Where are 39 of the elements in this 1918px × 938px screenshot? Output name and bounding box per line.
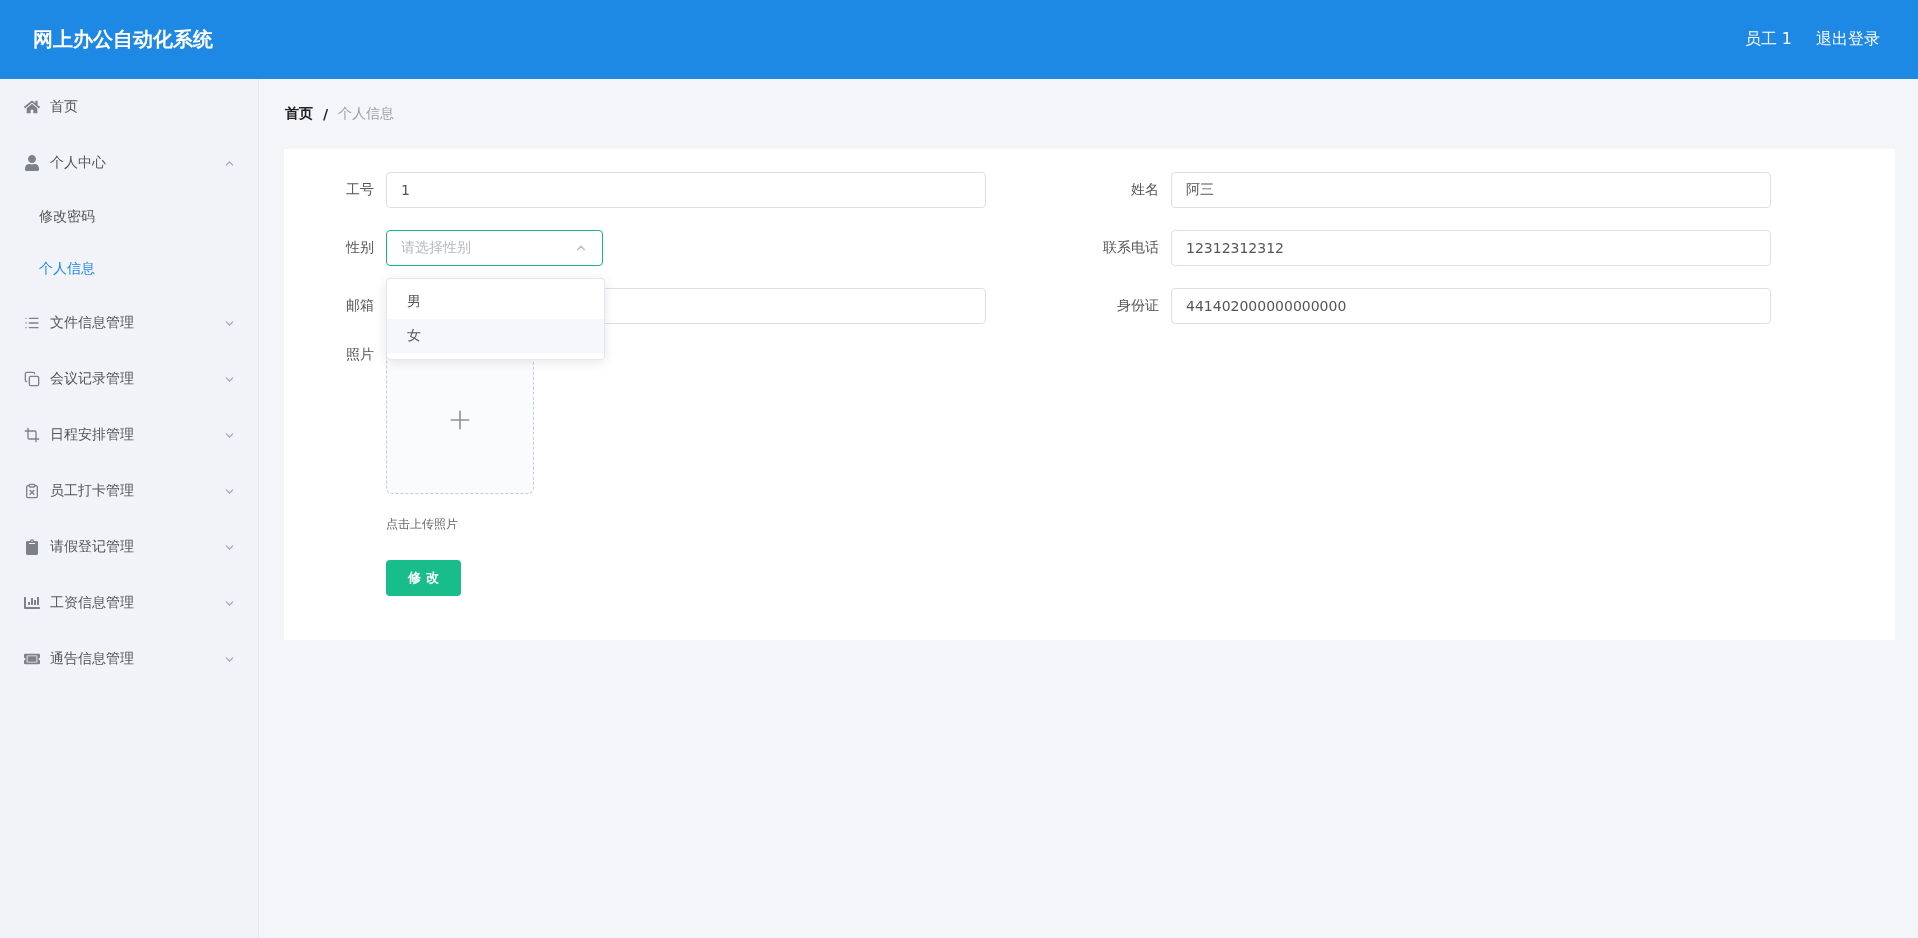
field-label: 邮箱 [345,297,375,315]
crop-icon [24,427,40,443]
bar-chart-icon [24,595,40,611]
menu-item[interactable]: 通告信息管理 [0,631,258,687]
field-label: 联系电话 [1102,239,1160,257]
user-name: 员工 1 [1744,29,1792,50]
menu-item[interactable]: 工资信息管理 [0,575,258,631]
breadcrumb-item: 个人信息 [338,105,395,123]
menu-item[interactable]: 员工打卡管理 [0,463,258,519]
field-label: 工号 [345,181,375,199]
breadcrumb-item[interactable]: 首页 [285,105,313,123]
field-label: 身份证 [1116,297,1160,315]
menu-item[interactable]: 个人中心 [0,135,258,191]
dropdown-option[interactable]: 男 [387,285,604,319]
copy-icon [24,371,40,387]
menu-item[interactable]: 日程安排管理 [0,407,258,463]
input-field[interactable]: 441402000000000000 [1171,288,1771,324]
input-field[interactable]: 12312312312 [1171,230,1771,266]
menu-item[interactable]: 首页 [0,79,258,135]
list-icon [24,315,40,331]
user-icon [24,155,40,171]
field-label: 性别 [344,239,375,257]
field-label: 照片 [345,346,375,364]
clipboard-icon [24,539,40,555]
breadcrumb-separator: / [323,106,329,122]
input-field[interactable]: 1 [386,172,986,208]
app-title: 网上办公自动化系统 [33,26,213,53]
logout-link[interactable]: 退出登录 [1816,29,1880,50]
field-label: 姓名 [1130,181,1160,199]
input-field[interactable]: 阿三 [1171,172,1771,208]
menu-item[interactable]: 文件信息管理 [0,295,258,351]
menu-item[interactable]: 会议记录管理 [0,351,258,407]
clipboard-x-icon [24,483,40,499]
menu-item[interactable]: 请假登记管理 [0,519,258,575]
home-icon [24,99,40,115]
ticket-icon [24,651,40,667]
upload-hint: 点击上传照片 [386,516,459,533]
dropdown-option[interactable]: 女 [387,319,604,353]
submenu-item[interactable]: 修改密码 [0,191,258,243]
